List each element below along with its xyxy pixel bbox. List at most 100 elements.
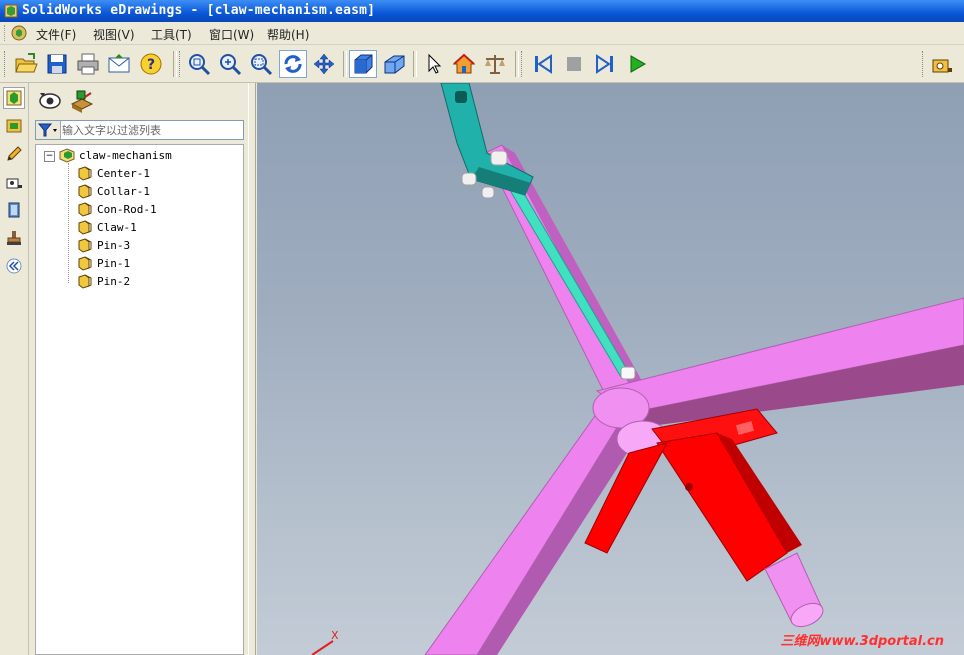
tree-item-root[interactable]: claw-mechanism xyxy=(58,146,172,164)
select-icon xyxy=(428,53,442,74)
send-button[interactable] xyxy=(105,50,133,78)
hide-show-icon xyxy=(39,93,61,109)
tree-item[interactable]: Collar-1 xyxy=(76,182,150,200)
home-icon xyxy=(452,53,476,74)
transparency-icon xyxy=(70,90,94,113)
tree-item[interactable]: Pin-2 xyxy=(76,272,130,290)
menu-view[interactable]: 视图(V) xyxy=(93,26,135,43)
panel-splitter[interactable] xyxy=(248,83,256,655)
double-chevron-left-icon xyxy=(6,258,22,274)
perspective-icon xyxy=(384,55,405,74)
menu-file[interactable]: 文件(F) xyxy=(36,26,76,43)
part-icon xyxy=(78,220,92,235)
part-icon xyxy=(78,256,92,271)
components-icon xyxy=(6,90,22,106)
sheets-icon xyxy=(8,202,20,218)
tree-item[interactable]: Claw-1 xyxy=(76,218,137,236)
toolbar-separator xyxy=(515,51,519,77)
tab-stamp[interactable] xyxy=(3,227,25,249)
measure-scale-icon xyxy=(485,55,505,74)
shaded-icon xyxy=(354,54,373,74)
menu-help[interactable]: 帮助(H) xyxy=(267,26,309,43)
help-icon: ? xyxy=(140,53,162,75)
axis-x-label: X xyxy=(331,629,339,642)
play-icon xyxy=(630,55,647,73)
toolbar-grip[interactable] xyxy=(179,51,183,77)
toolbar-grip[interactable] xyxy=(922,51,926,77)
tab-measure[interactable] xyxy=(3,171,25,193)
configurations-icon xyxy=(6,119,22,133)
open-icon xyxy=(15,53,38,73)
part-icon xyxy=(78,238,92,253)
tree-item-label: Claw-1 xyxy=(97,220,137,234)
menu-bar: 文件(F) 视图(V) 工具(T) 窗口(W) 帮助(H) xyxy=(0,22,964,45)
save-button[interactable] xyxy=(43,50,71,78)
stop-button[interactable] xyxy=(560,50,588,78)
zoom-in-out-button[interactable] xyxy=(216,50,244,78)
menu-window[interactable]: 窗口(W) xyxy=(209,26,254,43)
perspective-button[interactable] xyxy=(380,50,408,78)
collapse-toggle[interactable]: − xyxy=(44,151,55,162)
measure-scale-button[interactable] xyxy=(481,50,509,78)
rotate-button[interactable] xyxy=(279,50,307,78)
stop-icon xyxy=(567,57,581,71)
home-button[interactable] xyxy=(450,50,478,78)
document-icon[interactable] xyxy=(11,25,27,41)
filter-box xyxy=(35,120,244,140)
tree-item[interactable]: Center-1 xyxy=(76,164,150,182)
pencil-icon xyxy=(7,146,22,161)
tab-sheets[interactable] xyxy=(3,199,25,221)
main-toolbar: ? xyxy=(0,45,964,83)
tree-item[interactable]: Pin-1 xyxy=(76,254,130,272)
play-button[interactable] xyxy=(623,50,651,78)
next-frame-icon xyxy=(596,54,613,74)
filter-dropdown[interactable] xyxy=(36,121,61,139)
help-button[interactable]: ? xyxy=(137,50,165,78)
zoom-to-area-button[interactable] xyxy=(247,50,275,78)
filter-input[interactable] xyxy=(62,122,240,138)
tab-markup[interactable] xyxy=(3,143,25,165)
window-title: SolidWorks eDrawings - [claw-mechanism.e… xyxy=(22,3,376,18)
pan-button[interactable] xyxy=(310,50,338,78)
toolbar-grip[interactable] xyxy=(4,51,8,77)
tree-item-label: Con-Rod-1 xyxy=(97,202,157,216)
edrawings-app-icon[interactable] xyxy=(3,3,19,19)
funnel-icon xyxy=(37,123,57,137)
next-frame-button[interactable] xyxy=(591,50,619,78)
first-frame-button[interactable] xyxy=(529,50,557,78)
menu-grip[interactable] xyxy=(4,25,8,41)
tab-components[interactable] xyxy=(3,87,25,109)
shaded-button[interactable] xyxy=(349,50,377,78)
send-icon xyxy=(108,54,130,73)
component-tree: − claw-mechanism Center-1 Collar-1 Con-R… xyxy=(35,144,244,655)
zoom-to-fit-button[interactable] xyxy=(185,50,213,78)
transparency-button[interactable] xyxy=(69,89,95,116)
tree-item-label: Pin-1 xyxy=(97,256,131,270)
tree-item[interactable]: Pin-3 xyxy=(76,236,130,254)
toolbar-separator xyxy=(173,51,177,77)
print-icon xyxy=(77,53,99,75)
zoom-in-out-icon xyxy=(220,54,242,76)
claw-mechanism-model[interactable]: X xyxy=(257,83,964,655)
toolbar-separator xyxy=(343,51,347,77)
measure-tape-icon xyxy=(6,178,22,189)
collapse-panel-button[interactable] xyxy=(3,255,25,277)
toolbar-grip[interactable] xyxy=(521,51,525,77)
tree-item[interactable]: Con-Rod-1 xyxy=(76,200,157,218)
part-icon xyxy=(78,202,92,217)
3d-viewport[interactable]: X 三维网www.3dportal.cn xyxy=(257,83,964,655)
select-button[interactable] xyxy=(419,50,447,78)
save-icon xyxy=(47,54,67,74)
assembly-icon xyxy=(59,148,75,163)
stamp-icon xyxy=(7,231,21,245)
part-icon xyxy=(78,166,92,181)
print-button[interactable] xyxy=(74,50,102,78)
menu-tools[interactable]: 工具(T) xyxy=(151,26,192,43)
tab-configurations[interactable] xyxy=(3,115,25,137)
open-button[interactable] xyxy=(12,50,40,78)
svg-text:?: ? xyxy=(147,57,155,73)
title-bar: SolidWorks eDrawings - [claw-mechanism.e… xyxy=(0,0,964,22)
measure-button[interactable] xyxy=(928,50,956,78)
hide-show-button[interactable] xyxy=(37,89,63,116)
part-icon xyxy=(78,184,92,199)
